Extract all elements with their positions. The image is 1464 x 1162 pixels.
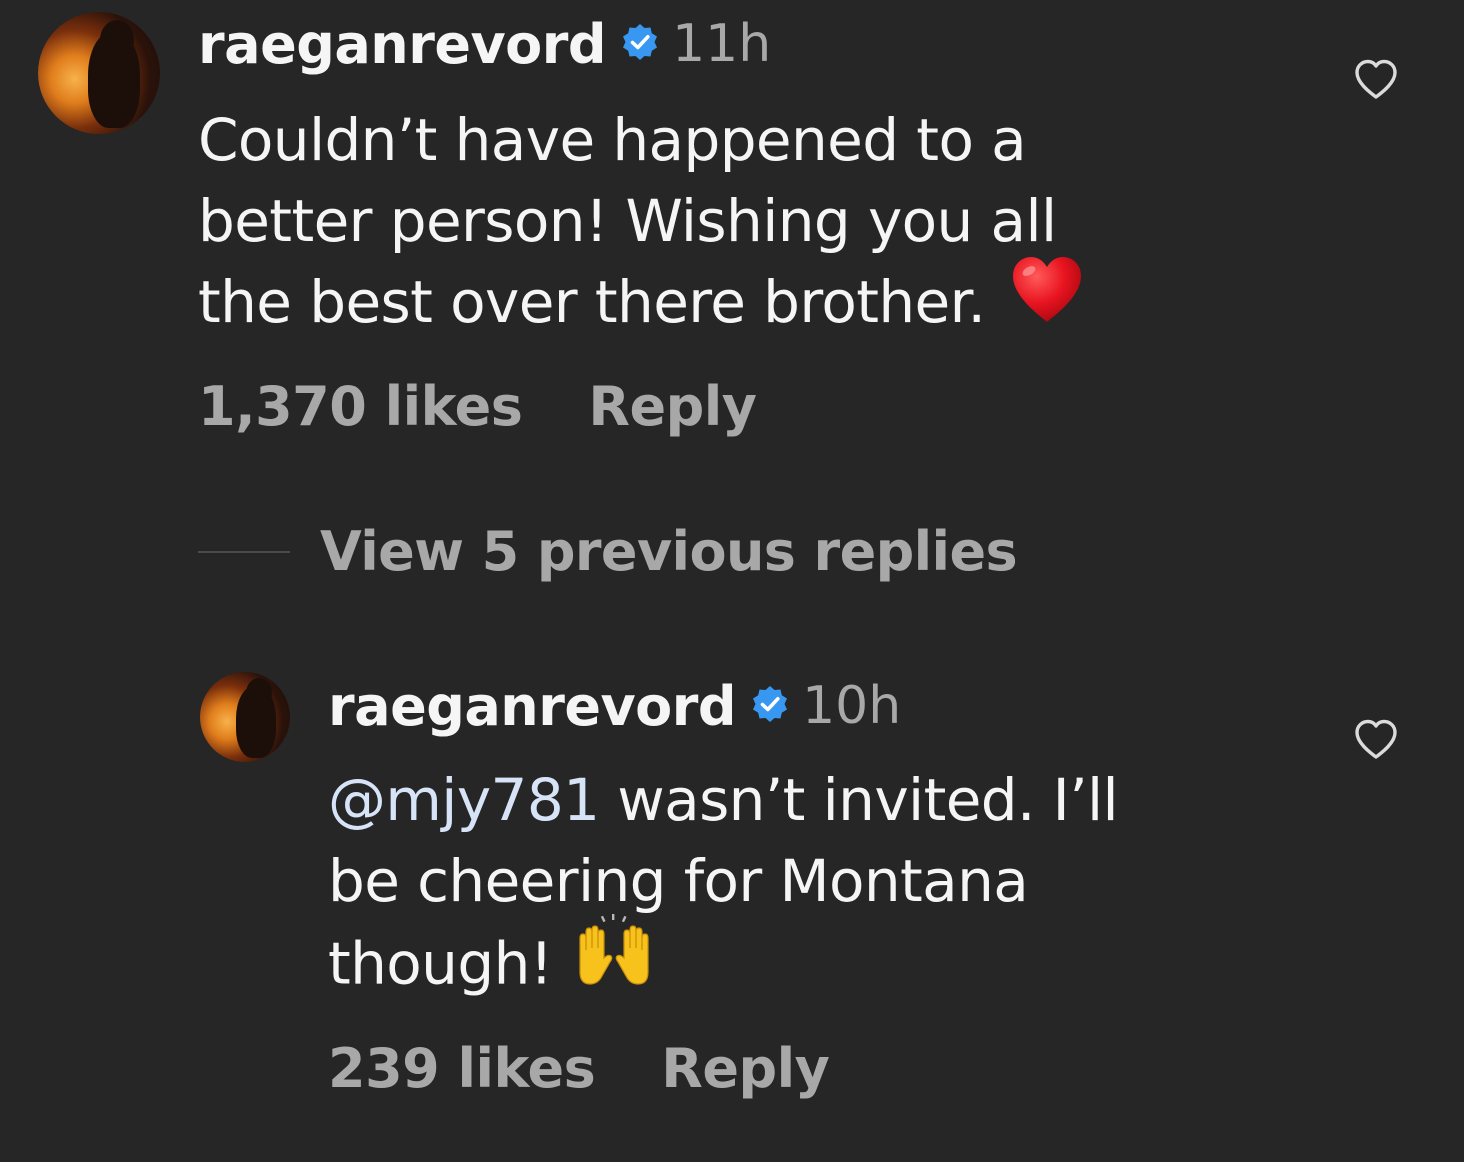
comment-header: raeganrevord 11h xyxy=(198,12,771,76)
username[interactable]: raeganrevord xyxy=(198,13,607,76)
comment-line: better person! Wishing you all xyxy=(198,187,1057,255)
view-replies-label: View 5 previous replies xyxy=(320,520,1018,583)
comment-line: the best over there brother. xyxy=(198,257,1085,347)
username[interactable]: raeganrevord xyxy=(328,675,737,738)
reply-button[interactable]: Reply xyxy=(661,1036,830,1102)
replies-divider xyxy=(198,550,290,553)
reply-button[interactable]: Reply xyxy=(588,374,757,440)
comment-line-text: wasn’t invited. I’ll xyxy=(599,766,1119,834)
comment-line: though! xyxy=(328,914,1118,1013)
comment-line-text: though! xyxy=(328,929,553,998)
comment-text: Couldn’t have happened to a better perso… xyxy=(198,100,1085,347)
avatar[interactable] xyxy=(38,12,160,134)
likes-count[interactable]: 1,370 likes xyxy=(198,374,523,440)
comment-actions: 239 likes Reply xyxy=(328,1036,830,1102)
reply-comment: raeganrevord 10h @mjy781 wasn’t invited.… xyxy=(0,660,1464,1130)
verified-badge-icon xyxy=(620,22,660,66)
like-button[interactable] xyxy=(1352,56,1400,104)
raising-hands-emoji xyxy=(572,914,656,1013)
timestamp: 11h xyxy=(672,14,772,74)
red-heart-emoji xyxy=(1009,254,1085,347)
comment-actions: 1,370 likes Reply xyxy=(198,374,757,440)
view-previous-replies[interactable]: View 5 previous replies xyxy=(198,520,1018,583)
user-mention-link[interactable]: @mjy781 xyxy=(328,766,600,834)
verified-badge-icon xyxy=(750,684,790,728)
likes-count[interactable]: 239 likes xyxy=(328,1036,596,1102)
comment-line: Couldn’t have happened to a xyxy=(198,106,1027,174)
comment-header: raeganrevord 10h xyxy=(328,674,901,738)
avatar[interactable] xyxy=(200,672,290,762)
like-button[interactable] xyxy=(1352,716,1400,764)
comment-line: be cheering for Montana xyxy=(328,847,1029,915)
comment-line-text: the best over there brother. xyxy=(198,268,986,336)
heart-outline-icon xyxy=(1355,59,1397,99)
comment: raeganrevord 11h Couldn’t have happened … xyxy=(0,0,1464,480)
comment-text: @mjy781 wasn’t invited. I’ll be cheering… xyxy=(328,760,1119,1013)
timestamp: 10h xyxy=(802,676,902,736)
comment-line: @mjy781 wasn’t invited. I’ll xyxy=(328,760,1119,841)
heart-outline-icon xyxy=(1355,719,1397,759)
